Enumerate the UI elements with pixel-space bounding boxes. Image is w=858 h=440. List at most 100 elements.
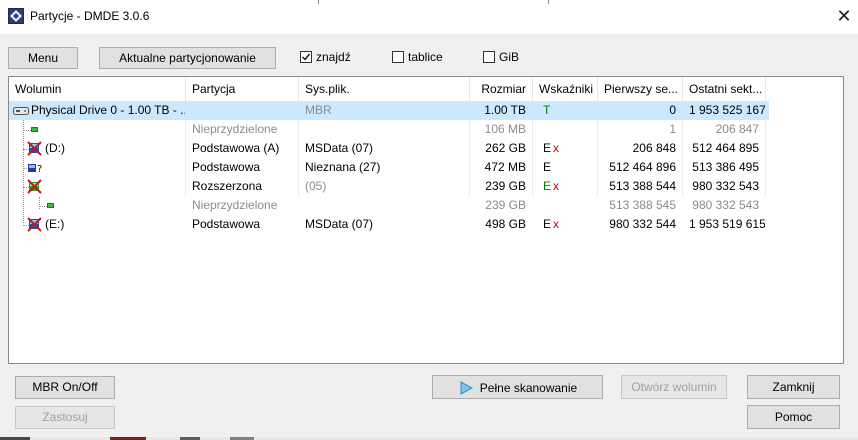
cell-partition: Podstawowa — [192, 217, 261, 231]
cell-partition: Nieprzydzielone — [192, 122, 278, 136]
table-row[interactable]: ? Podstawowa Nieznana (27) 472 MB 512 464 89… — [9, 158, 769, 177]
table-row[interactable]: Nieprzydzielone 106 MB 1 206 847 — [9, 120, 769, 139]
cell-flags — [533, 120, 597, 139]
hard-drive-icon — [13, 103, 29, 118]
cell-fs: MSData (07) — [305, 217, 374, 231]
cell-first: 206 848 — [632, 141, 676, 155]
checkbox-tables-label: tablice — [408, 50, 443, 64]
column-divider[interactable] — [765, 77, 766, 101]
table-row[interactable]: (E:) Podstawowa MSData (07) 498 GB 980 332 5… — [9, 215, 769, 234]
cell-last: 1 953 525 167 — [689, 103, 765, 117]
column-header-filesystem[interactable]: Sys.plik. — [299, 77, 469, 101]
dmde-app-icon — [8, 8, 24, 24]
checkbox-find-box[interactable] — [300, 51, 312, 63]
flag-error: x — [553, 217, 560, 231]
flag-main: E — [543, 160, 552, 174]
apply-button[interactable]: Zastosuj — [15, 406, 115, 429]
cell-partition: Podstawowa — [192, 160, 261, 174]
cell-size: 472 MB — [484, 160, 526, 174]
cell-flags: T — [533, 101, 597, 120]
cell-last: 980 332 543 — [692, 198, 759, 212]
cell-first: 980 332 544 — [609, 217, 676, 231]
volume-error-icon — [27, 217, 43, 232]
cell-partition: Nieprzydzielone — [192, 198, 278, 212]
cell-size: 239 GB — [485, 179, 526, 193]
cell-fs: (05) — [305, 179, 327, 193]
cell-first: 0 — [669, 103, 676, 117]
cell-fs: MBR — [305, 103, 332, 117]
cell-partition: Podstawowa (A) — [192, 141, 280, 155]
cell-size: 239 GB — [485, 198, 526, 212]
unknown-volume-icon: ? — [27, 160, 43, 175]
cell-volume — [59, 196, 185, 215]
cell-last: 1 953 519 615 — [689, 217, 765, 231]
cell-first: 512 464 896 — [609, 160, 676, 174]
svg-text:?: ? — [37, 164, 42, 175]
cell-size: 106 MB — [484, 122, 526, 136]
cell-size: 262 GB — [485, 141, 526, 155]
cell-last: 512 464 895 — [692, 141, 759, 155]
menu-button[interactable]: Menu — [8, 47, 78, 69]
cell-flags — [533, 196, 597, 215]
close-window-button[interactable]: ✕ — [834, 6, 854, 26]
checkmark-icon — [302, 53, 311, 61]
cell-last: 206 847 — [715, 122, 759, 136]
cell-size: 1.00 TB — [484, 103, 526, 117]
table-row[interactable]: Physical Drive 0 - 1.00 TB - ... MBR 1.00 … — [9, 101, 769, 120]
cell-fs — [299, 196, 469, 215]
column-header-volume[interactable]: Wolumin — [9, 77, 185, 101]
checkbox-find-label: znajdź — [316, 50, 351, 64]
cell-fs: MSData (07) — [305, 141, 374, 155]
unallocated-icon — [27, 122, 43, 137]
column-header-partition[interactable]: Partycja — [186, 77, 298, 101]
cell-first: 1 — [669, 122, 676, 136]
full-scan-label: Pełne skanowanie — [479, 380, 578, 395]
window-title: Partycje - DMDE 3.0.6 — [30, 9, 150, 23]
mbr-onoff-button[interactable]: MBR On/Off — [15, 376, 115, 399]
column-header-flags[interactable]: Wskaźniki — [533, 77, 597, 101]
flag-main: T — [543, 103, 551, 117]
checkbox-tables-box[interactable] — [392, 51, 404, 63]
cell-flags: Ex — [533, 177, 597, 196]
column-header-last-sector[interactable]: Ostatni sekt... — [683, 77, 765, 101]
cell-volume: Physical Drive 0 - 1.00 TB - ... — [31, 103, 185, 117]
cell-volume — [43, 120, 185, 139]
cell-partition: Rozszerzona — [192, 179, 263, 193]
open-volume-button[interactable]: Otwórz wolumin — [621, 375, 727, 399]
close-icon: ✕ — [836, 6, 852, 26]
full-scan-button[interactable]: Pełne skanowanie — [432, 375, 603, 399]
cell-volume — [43, 177, 185, 196]
cell-volume: (E:) — [45, 217, 65, 231]
cell-first: 513 388 544 — [609, 179, 676, 193]
cell-volume: (D:) — [45, 141, 65, 155]
cell-first: 513 388 545 — [609, 198, 676, 212]
column-header-size[interactable]: Rozmiar — [470, 77, 532, 101]
column-header-first-sector[interactable]: Pierwszy se... — [598, 77, 682, 101]
taskbar-strip — [0, 437, 858, 440]
flag-error: x — [553, 141, 560, 155]
cell-volume — [43, 158, 185, 177]
cell-fs: Nieznana (27) — [305, 160, 381, 174]
cell-flags: Ex — [533, 215, 597, 234]
extended-partition-icon — [27, 179, 43, 194]
cell-last: 513 386 495 — [692, 160, 759, 174]
help-button[interactable]: Pomoc — [747, 405, 840, 429]
partitions-table[interactable]: Wolumin Partycja Sys.plik. Rozmiar Wskaź… — [8, 76, 844, 364]
checkbox-gib-box[interactable] — [483, 51, 495, 63]
table-row[interactable]: Rozszerzona (05) 239 GB 513 388 544 980 332 … — [9, 177, 769, 196]
cell-size: 498 GB — [485, 217, 526, 231]
table-row[interactable]: Nieprzydzielone 239 GB 513 388 545 980 332 … — [9, 196, 769, 215]
volume-error-icon — [27, 141, 43, 156]
table-row[interactable]: (D:) Podstawowa (A) MSData (07) 262 GB 206 8… — [9, 139, 769, 158]
unallocated-icon — [43, 198, 59, 213]
close-button[interactable]: Zamknij — [747, 375, 840, 399]
checkbox-gib-label: GiB — [499, 50, 520, 64]
flag-main: E — [543, 179, 552, 193]
current-partitioning-button[interactable]: Aktualne partycjonowanie — [99, 47, 276, 69]
cell-partition — [186, 101, 298, 120]
cell-flags: Ex — [533, 139, 597, 158]
flag-main: E — [543, 217, 552, 231]
cell-fs — [299, 120, 469, 139]
flag-main: E — [543, 141, 552, 155]
play-icon — [458, 380, 474, 396]
